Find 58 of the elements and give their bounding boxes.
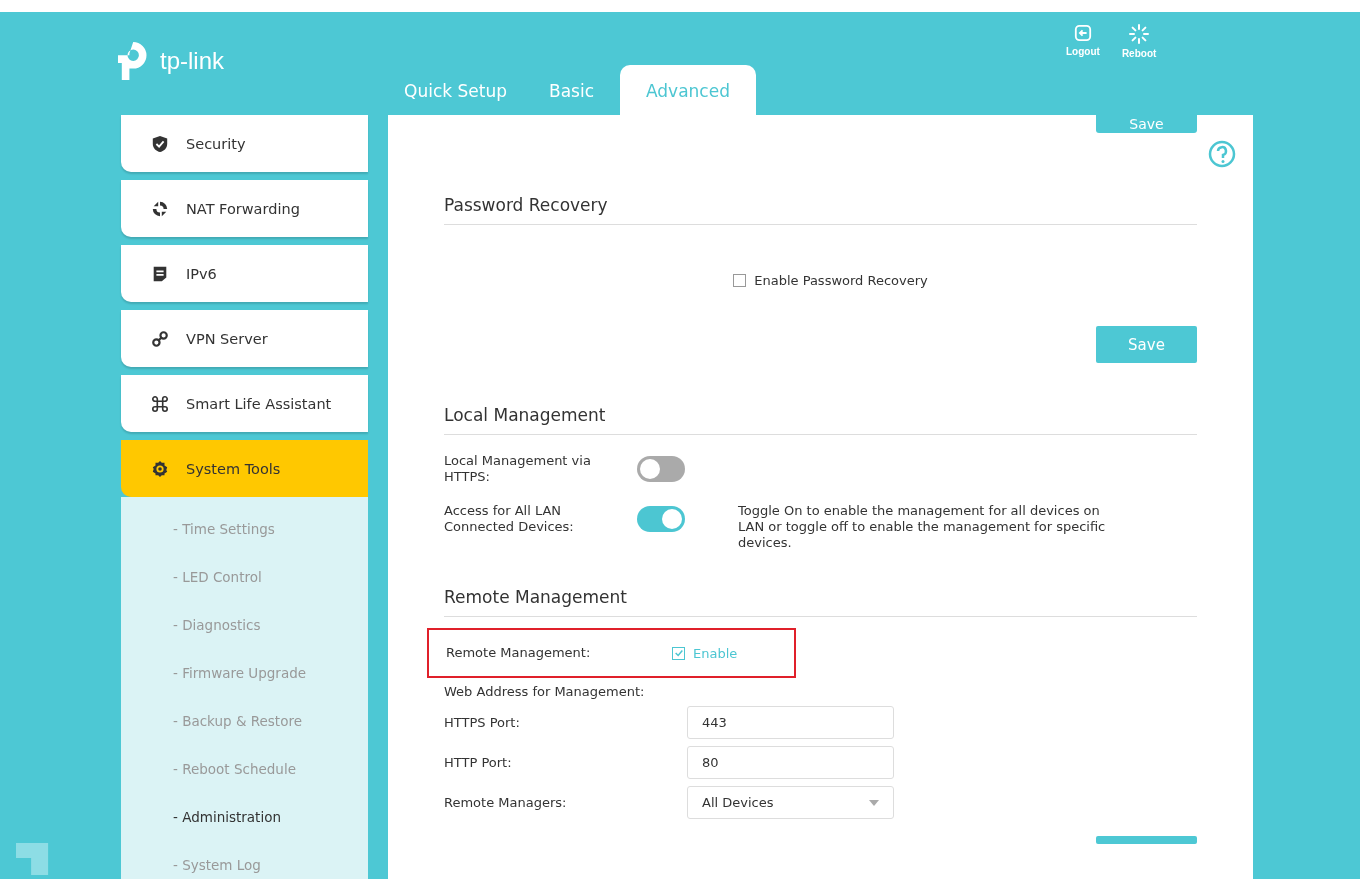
sidebar-item[interactable]: IPv6: [121, 245, 368, 302]
submenu-item[interactable]: - Administration: [173, 809, 368, 857]
sidebar-label: IPv6: [186, 265, 217, 282]
logout-button[interactable]: Logout: [1062, 22, 1104, 61]
checkbox[interactable]: [733, 274, 747, 287]
document-icon: [151, 264, 169, 283]
sidebar-item[interactable]: NAT Forwarding: [121, 180, 368, 237]
field-label: Local Management via HTTPS:: [444, 453, 592, 485]
toggle-switch[interactable]: [637, 456, 685, 482]
submenu-item[interactable]: - Diagnostics: [173, 617, 368, 665]
logout-icon: [1073, 24, 1092, 42]
submenu-item[interactable]: - System Log: [173, 857, 368, 879]
sidebar-label: Smart Life Assistant: [186, 395, 332, 412]
spinner-icon: [1129, 24, 1150, 44]
toggle-switch[interactable]: [637, 506, 685, 532]
sidebar-label: NAT Forwarding: [186, 200, 300, 217]
nav-tab[interactable]: Quick Setup: [388, 65, 523, 115]
checkbox-label: Enable Password Recovery: [754, 273, 928, 288]
link-icon: [151, 329, 169, 348]
gear-icon: [151, 459, 169, 478]
sidebar-item[interactable]: Security: [121, 115, 368, 172]
sidebar-label: System Tools: [186, 460, 281, 477]
caret-icon: [869, 799, 879, 806]
submenu-item[interactable]: - LED Control: [173, 569, 368, 617]
port-field[interactable]: 80: [687, 746, 894, 779]
shield-icon: [151, 134, 169, 153]
field-label: HTTP Port:: [444, 754, 513, 771]
submenu-item[interactable]: - Firmware Upgrade: [173, 665, 368, 713]
field-label: HTTPS Port:: [444, 714, 521, 731]
sidebar-label: VPN Server: [186, 330, 268, 347]
logo-text: tp-link: [160, 47, 225, 75]
save-button[interactable]: Save: [1096, 115, 1197, 133]
sidebar-item[interactable]: VPN Server: [121, 310, 368, 367]
field-label: Remote Management:: [446, 645, 592, 661]
sidebar-label: Security: [186, 135, 246, 152]
field-label: Remote Managers:: [444, 794, 568, 811]
save-button[interactable]: Save: [1096, 326, 1197, 363]
command-icon: [151, 394, 169, 413]
checkbox-label: Enable: [693, 645, 738, 661]
reboot-button[interactable]: Reboot: [1117, 22, 1161, 61]
sidebar-item[interactable]: Smart Life Assistant: [121, 375, 368, 432]
section-title: Remote Management: [444, 587, 1197, 617]
corner-tab-icon: [16, 843, 50, 877]
field-label: Web Address for Management:: [444, 684, 646, 699]
field-label: Access for All LAN Connected Devices:: [444, 503, 575, 535]
managers-dropdown[interactable]: All Devices: [687, 786, 894, 819]
submenu-item[interactable]: - Backup & Restore: [173, 713, 368, 761]
sidebar-item[interactable]: System Tools: [121, 440, 368, 497]
submenu-item[interactable]: - Reboot Schedule: [173, 761, 368, 809]
checkbox[interactable]: [672, 646, 685, 660]
help-text: Toggle On to enable the management for all devices on LAN or toggle off to enable the management for specific devices.: [738, 503, 1107, 551]
help-icon[interactable]: [1208, 140, 1236, 168]
section-title: Local Management: [444, 405, 1197, 435]
submenu-item[interactable]: - Time Settings: [173, 521, 368, 569]
port-field[interactable]: 443: [687, 706, 894, 739]
nav-tab[interactable]: Basic: [532, 65, 610, 115]
nav-tab[interactable]: Advanced: [620, 65, 756, 115]
section-title: Password Recovery: [444, 195, 1197, 225]
